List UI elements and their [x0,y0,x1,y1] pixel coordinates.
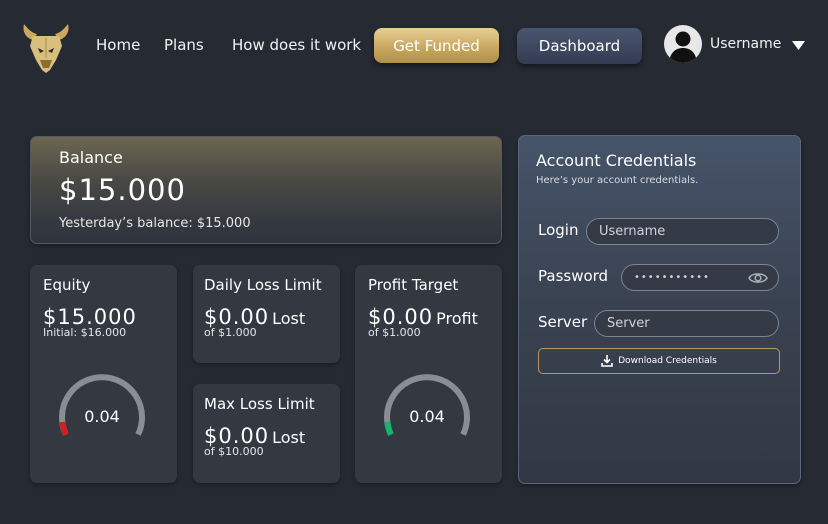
profit-target-gauge-value: 0.04 [409,407,445,426]
username-label[interactable]: Username [710,36,781,52]
equity-card: Equity $15.000 Initial: $16.000 0.04 [30,265,177,483]
nav-home-link[interactable]: Home [96,36,140,54]
login-label: Login [538,221,579,239]
account-credentials-card: Account Credentials Here’s your account … [518,135,801,484]
max-loss-card: Max Loss Limit $0.00 Lost of $10.000 [193,384,340,483]
eye-icon[interactable] [748,271,768,285]
profit-target-title: Profit Target [368,276,459,294]
nav-plans-link[interactable]: Plans [164,36,204,54]
get-funded-button[interactable]: Get Funded [374,28,499,63]
password-value: ••••••••••• [634,272,710,283]
equity-title: Equity [43,276,91,294]
login-input[interactable]: Username [586,218,779,245]
balance-card: Balance $15.000 Yesterday’s balance: $15… [30,136,502,244]
equity-gauge-value: 0.04 [84,407,120,426]
download-credentials-button[interactable]: Download Credentials [538,348,780,374]
download-icon [601,355,613,367]
daily-loss-title: Daily Loss Limit [204,276,322,294]
daily-loss-of: of $1.000 [204,326,257,339]
nav-how-it-works-link[interactable]: How does it work [232,36,361,54]
download-credentials-label: Download Credentials [618,356,717,366]
balance-amount: $15.000 [59,173,186,207]
bull-logo[interactable] [20,20,72,74]
balance-title: Balance [59,148,123,167]
daily-loss-card: Daily Loss Limit $0.00 Lost of $1.000 [193,265,340,363]
user-avatar[interactable] [664,25,702,63]
password-input[interactable]: ••••••••••• [621,264,779,291]
dashboard-button[interactable]: Dashboard [517,28,642,64]
profit-target-gauge [384,374,470,436]
equity-initial: Initial: $16.000 [43,326,127,339]
profit-target-card: Profit Target $0.00 Profit of $1.000 0.04 [355,265,502,483]
credentials-title: Account Credentials [536,151,697,170]
yesterday-balance: Yesterday’s balance: $15.000 [59,216,251,231]
equity-gauge [59,374,145,436]
chevron-down-icon[interactable] [792,41,805,50]
server-input[interactable]: Server [594,310,779,337]
user-icon [669,31,697,63]
profit-target-of: of $1.000 [368,326,421,339]
credentials-subtitle: Here’s your account credentials. [536,175,699,186]
password-label: Password [538,267,609,285]
server-label: Server [538,313,588,331]
max-loss-title: Max Loss Limit [204,395,315,413]
max-loss-of: of $10.000 [204,445,264,458]
